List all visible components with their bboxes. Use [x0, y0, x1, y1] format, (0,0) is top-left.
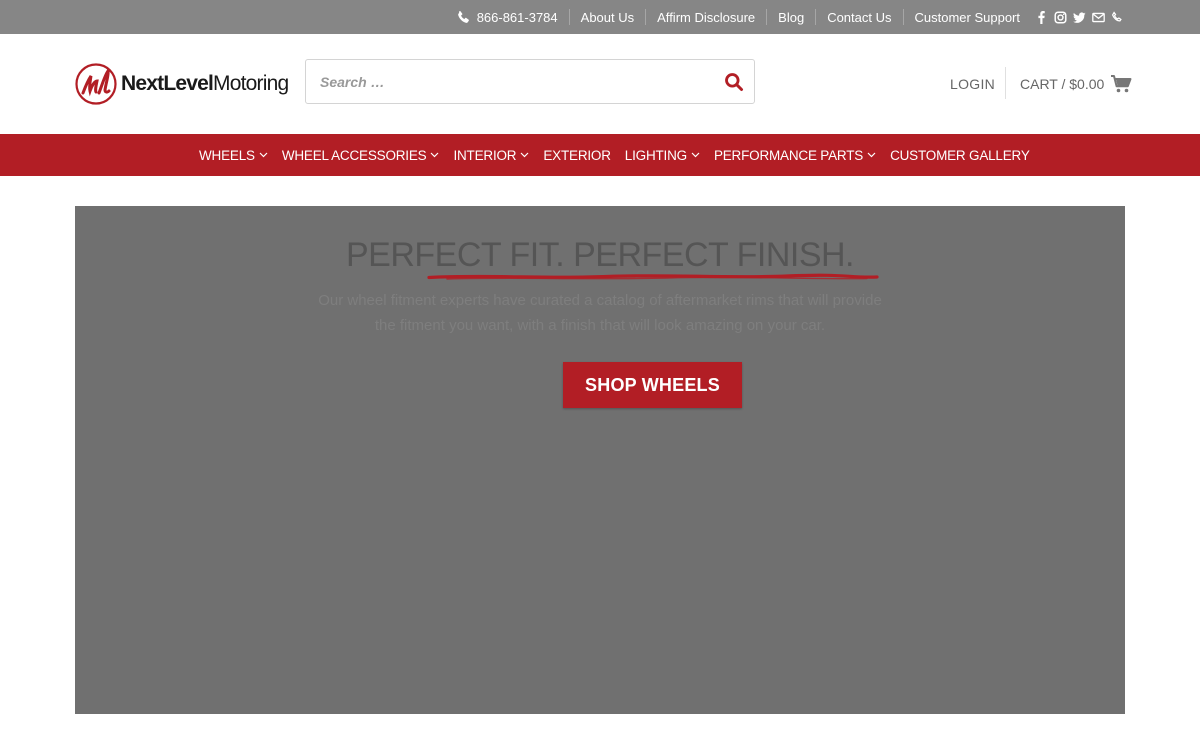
- chevron-down-icon: [520, 152, 529, 158]
- phone-icon: [457, 10, 469, 23]
- topbar-link-blog[interactable]: Blog: [767, 9, 817, 25]
- top-bar: 866-861-3784 About Us Affirm Disclosure …: [0, 0, 1200, 34]
- nav-item-label: WHEELS: [199, 147, 255, 163]
- logo-wordmark-bold: NextLevel: [121, 72, 214, 95]
- main-nav: WHEELS WHEEL ACCESSORIES INTERIOR EXTERI…: [0, 134, 1200, 176]
- cart-link[interactable]: CART / $0.00: [1020, 74, 1132, 94]
- hero-description: Our wheel fitment experts have curated a…: [318, 292, 882, 334]
- nav-item-label: INTERIOR: [453, 147, 517, 163]
- chevron-down-icon: [867, 152, 876, 158]
- topbar-phone-number: 866-861-3784: [476, 9, 558, 25]
- nav-item-interior[interactable]: INTERIOR: [453, 148, 529, 163]
- topbar-link-label: Affirm Disclosure: [657, 9, 756, 25]
- instagram-icon[interactable]: [1054, 10, 1067, 24]
- social-links: [1035, 10, 1124, 24]
- search-icon[interactable]: [724, 72, 744, 92]
- cart-label: CART / $0.00: [1020, 76, 1105, 92]
- topbar-phone-link[interactable]: 866-861-3784: [445, 9, 570, 25]
- header-divider: [1005, 67, 1006, 99]
- chevron-down-icon: [259, 152, 268, 158]
- hero-banner: PERFECT FIT. PERFECT FINISH. Our wheel f…: [75, 206, 1125, 714]
- nav-item-exterior[interactable]: EXTERIOR: [543, 147, 611, 163]
- hero-title: PERFECT FIT. PERFECT FINISH.: [345, 236, 855, 274]
- topbar-link-label: About Us: [580, 9, 635, 25]
- login-link[interactable]: LOGIN: [950, 76, 995, 92]
- shop-wheels-button[interactable]: SHOP WHEELS: [563, 362, 742, 408]
- nav-item-wheel-accessories[interactable]: WHEEL ACCESSORIES: [282, 148, 440, 163]
- topbar-link-label: Blog: [778, 9, 805, 25]
- search-box: [305, 59, 755, 104]
- main-nav-items: WHEELS WHEEL ACCESSORIES INTERIOR EXTERI…: [199, 134, 1044, 176]
- nav-item-wheels[interactable]: WHEELS: [199, 148, 268, 163]
- email-icon[interactable]: [1092, 11, 1105, 24]
- hero-title-underline: [427, 273, 879, 280]
- topbar-link-about-us[interactable]: About Us: [570, 9, 647, 25]
- nav-item-customer-gallery[interactable]: CUSTOMER GALLERY: [890, 148, 1030, 163]
- logo-wordmark: NextLevelMotoring: [121, 72, 289, 96]
- cart-icon: [1111, 75, 1132, 93]
- nav-item-label: EXTERIOR: [543, 147, 611, 163]
- chevron-down-icon: [431, 152, 439, 158]
- topbar-link-label: Contact Us: [827, 9, 892, 25]
- site-header: NextLevelMotoring LOGIN CART / $0.00: [0, 34, 1200, 134]
- site-logo[interactable]: NextLevelMotoring: [75, 62, 289, 106]
- logo-wordmark-regular: Motoring: [213, 72, 289, 95]
- topbar-link-label: Customer Support: [914, 9, 1021, 25]
- nav-item-lighting[interactable]: LIGHTING: [625, 148, 700, 163]
- twitter-icon[interactable]: [1073, 11, 1086, 24]
- top-bar-links: 866-861-3784 About Us Affirm Disclosure …: [445, 0, 1124, 34]
- topbar-link-customer-support[interactable]: Customer Support: [904, 9, 1032, 25]
- nav-item-label: CUSTOMER GALLERY: [890, 147, 1030, 163]
- search-input[interactable]: [306, 60, 706, 103]
- nav-item-performance-parts[interactable]: PERFORMANCE PARTS: [714, 148, 876, 163]
- nav-item-label: PERFORMANCE PARTS: [713, 147, 864, 163]
- topbar-link-affirm-disclosure[interactable]: Affirm Disclosure: [646, 9, 768, 25]
- nav-item-label: WHEEL ACCESSORIES: [281, 147, 427, 163]
- chevron-down-icon: [691, 152, 700, 158]
- phone-icon[interactable]: [1111, 10, 1124, 24]
- topbar-link-contact-us[interactable]: Contact Us: [816, 9, 904, 25]
- facebook-icon[interactable]: [1035, 10, 1048, 24]
- nav-item-label: LIGHTING: [624, 147, 687, 163]
- logo-mark-icon: [75, 63, 117, 105]
